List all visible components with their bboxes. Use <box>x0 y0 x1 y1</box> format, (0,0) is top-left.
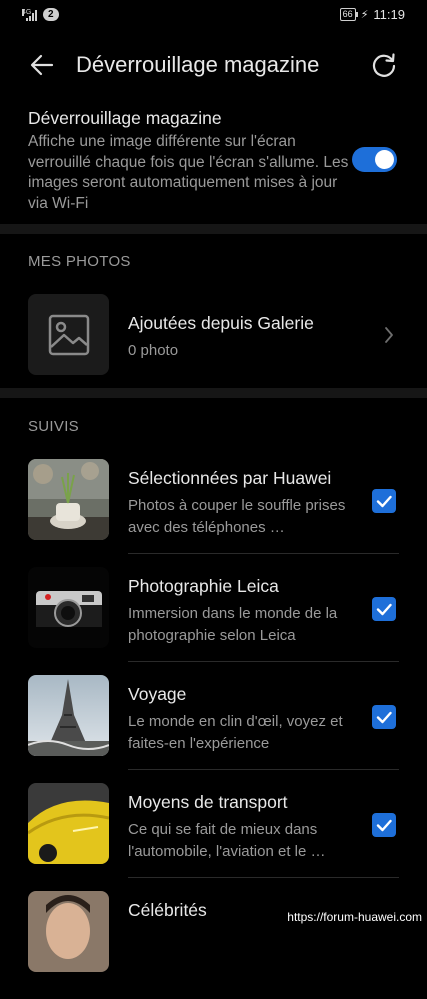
huawei-selection-thumbnail <box>28 459 109 540</box>
setting-heading: Déverrouillage magazine <box>28 108 222 128</box>
charging-icon: ⚡ <box>360 9 369 21</box>
signal-icon: 4G <box>22 8 37 21</box>
network-label: 4G <box>22 8 32 16</box>
subscription-item-transport[interactable]: Moyens de transport Ce qui se fait de mi… <box>28 783 399 891</box>
subscription-checkbox[interactable] <box>372 597 396 621</box>
refresh-icon <box>372 53 396 77</box>
subscription-item-huawei[interactable]: Sélectionnées par Huawei Photos à couper… <box>28 459 399 567</box>
refresh-button[interactable] <box>369 50 399 80</box>
subscription-item-leica[interactable]: Photographie Leica Immersion dans le mon… <box>28 567 399 675</box>
check-icon <box>376 711 392 724</box>
subscription-checkbox[interactable] <box>372 489 396 513</box>
subscription-item-travel[interactable]: Voyage Le monde en clin d'œil, voyez et … <box>28 675 399 783</box>
magazine-unlock-setting: Déverrouillage magazine Affiche une imag… <box>28 108 358 214</box>
image-icon <box>48 314 89 355</box>
check-icon <box>376 603 392 616</box>
row-separator <box>128 877 399 878</box>
row-separator <box>128 553 399 554</box>
status-bar: 4G 2 66 ⚡ 11:19 <box>0 0 427 30</box>
setting-description: Affiche une image différente sur l'écran… <box>28 133 349 212</box>
subscription-title: Photographie Leica <box>128 576 279 596</box>
divider <box>0 388 427 398</box>
subscription-title: Sélectionnées par Huawei <box>128 468 332 488</box>
subscription-title: Célébrités <box>128 900 207 920</box>
check-icon <box>376 819 392 832</box>
subscription-description: Ce qui se fait de mieux dans l'automobil… <box>128 821 326 860</box>
section-subscriptions: SUIVIS <box>28 418 79 435</box>
magazine-unlock-toggle[interactable] <box>352 147 397 172</box>
row-separator <box>128 661 399 662</box>
battery-icon: 66 <box>339 8 358 21</box>
gallery-title: Ajoutées depuis Galerie <box>128 313 314 333</box>
travel-thumbnail <box>28 675 109 756</box>
toggle-knob <box>375 150 394 169</box>
gallery-count: 0 photo <box>128 342 179 359</box>
clock: 11:19 <box>373 7 405 22</box>
leica-thumbnail <box>28 567 109 648</box>
subscription-checkbox[interactable] <box>372 705 396 729</box>
back-button[interactable] <box>28 51 56 79</box>
app-bar: Déverrouillage magazine <box>0 38 427 90</box>
divider <box>0 224 427 234</box>
subscription-title: Moyens de transport <box>128 792 288 812</box>
notification-badge: 2 <box>43 8 59 21</box>
page-title: Déverrouillage magazine <box>76 52 320 77</box>
check-icon <box>376 495 392 508</box>
section-my-photos: MES PHOTOS <box>28 253 131 270</box>
chevron-right-icon <box>385 327 393 343</box>
watermark: https://forum-huawei.com <box>282 908 427 926</box>
arrow-left-icon <box>30 54 54 76</box>
row-separator <box>128 769 399 770</box>
gallery-thumbnail <box>28 294 109 375</box>
gallery-row[interactable]: Ajoutées depuis Galerie 0 photo <box>28 294 399 376</box>
subscription-description: Le monde en clin d'œil, voyez et faites-… <box>128 713 343 752</box>
transport-thumbnail <box>28 783 109 864</box>
celebrities-thumbnail <box>28 891 109 972</box>
subscription-checkbox[interactable] <box>372 813 396 837</box>
subscription-description: Immersion dans le monde de la photograph… <box>128 605 338 644</box>
subscription-title: Voyage <box>128 684 187 704</box>
subscription-description: Photos à couper le souffle prises avec d… <box>128 497 346 536</box>
